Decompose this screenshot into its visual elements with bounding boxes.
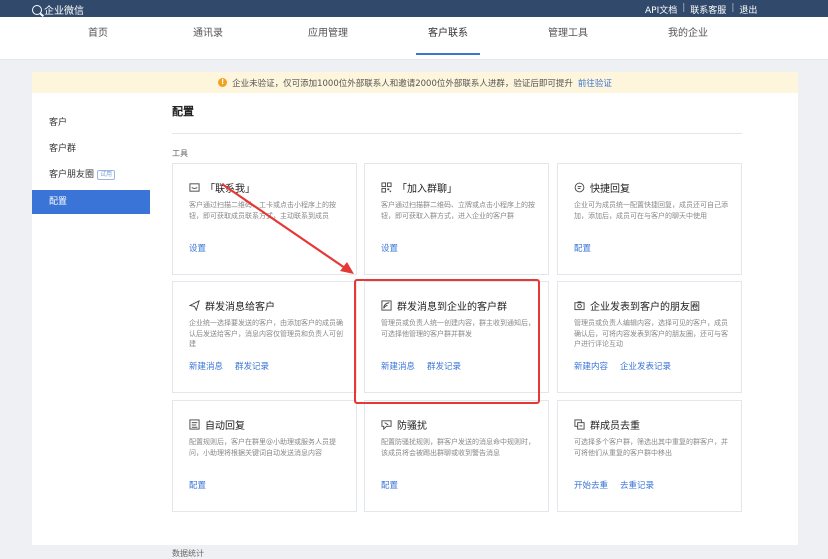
annotation-highlight-box: [354, 279, 540, 404]
annotation-arrow: [221, 183, 354, 274]
section-stats-label: 数据统计: [172, 549, 204, 558]
